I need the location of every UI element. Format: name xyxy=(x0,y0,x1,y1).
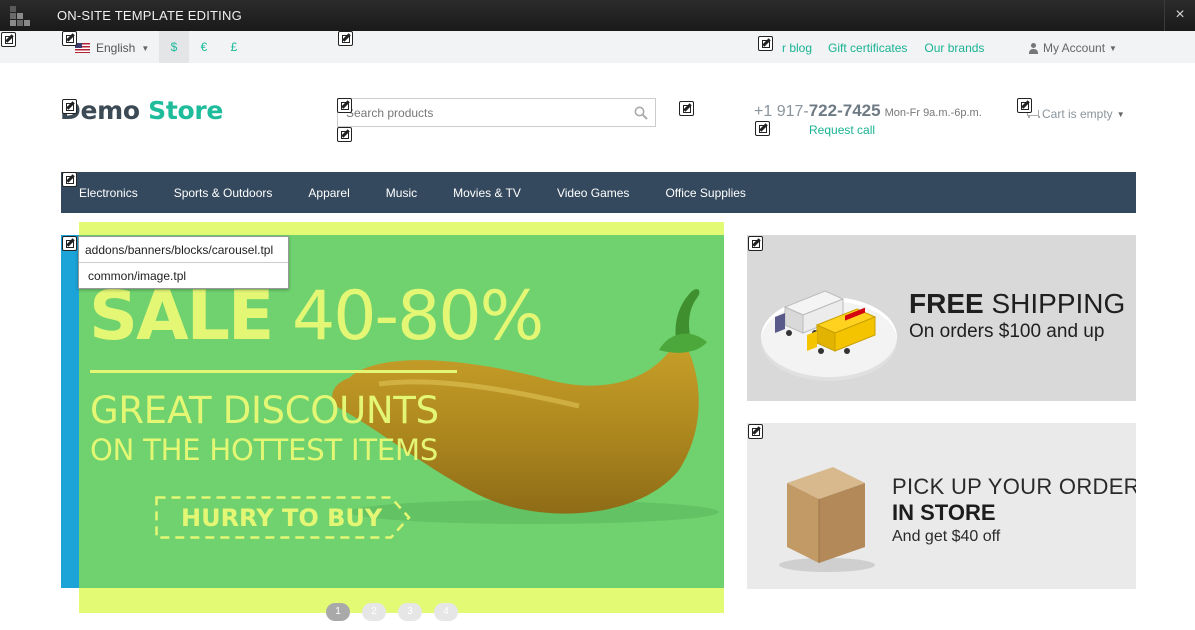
phone-number: +1 917-722-7425 Mon-Fr 9a.m.-6p.m. xyxy=(754,101,982,121)
nav-item-music[interactable]: Music xyxy=(386,186,417,200)
store-logo[interactable]: Demo Store xyxy=(60,96,223,125)
nav-item-electronics[interactable]: Electronics xyxy=(79,186,138,200)
template-path-tooltip: addons/banners/blocks/carousel.tpl commo… xyxy=(78,236,289,289)
nav-item-office-supplies[interactable]: Office Supplies xyxy=(665,186,746,200)
request-call-link[interactable]: Request call xyxy=(809,123,875,137)
top-strip: English ▼ $ € £ r blog Gift certificates… xyxy=(0,31,1195,63)
nav-item-video-games[interactable]: Video Games xyxy=(557,186,630,200)
language-label: English xyxy=(96,41,136,55)
us-flag-icon xyxy=(75,43,90,53)
nav-item-apparel[interactable]: Apparel xyxy=(308,186,349,200)
edit-icon[interactable] xyxy=(338,31,353,46)
link-blog[interactable]: r blog xyxy=(782,41,812,55)
nav-item-movies-tv[interactable]: Movies & TV xyxy=(453,186,521,200)
editing-bar-title: ON-SITE TEMPLATE EDITING xyxy=(57,8,242,23)
category-nav: Electronics Sports & Outdoors Apparel Mu… xyxy=(61,172,1136,213)
language-selector[interactable]: English ▼ xyxy=(75,41,149,55)
shipping-free: FREE xyxy=(909,288,984,319)
edit-icon[interactable] xyxy=(755,121,770,136)
edit-icon[interactable] xyxy=(748,236,763,251)
top-links: r blog Gift certificates Our brands xyxy=(760,41,984,55)
close-icon[interactable]: × xyxy=(1164,0,1195,31)
shipping-subline: On orders $100 and up xyxy=(909,321,1105,342)
account-label: My Account xyxy=(1043,41,1106,55)
carousel-pagination: 1 2 3 4 xyxy=(326,603,458,621)
discount-headline: GREAT DISCOUNTS xyxy=(90,389,439,432)
shipping-headline: FREE SHIPPING xyxy=(909,288,1125,320)
edit-icon[interactable] xyxy=(337,98,352,113)
user-icon xyxy=(1028,42,1039,54)
template-editing-bar: ON-SITE TEMPLATE EDITING × xyxy=(0,0,1195,31)
search-input[interactable] xyxy=(338,99,618,126)
phone-main: 722-7425 xyxy=(808,101,881,120)
edit-icon[interactable] xyxy=(1,32,16,47)
edit-icon[interactable] xyxy=(62,172,77,187)
tooltip-divider xyxy=(79,262,288,263)
cardboard-box-image xyxy=(779,467,875,572)
phone-prefix: +1 917- xyxy=(754,103,809,120)
carousel-page-4[interactable]: 4 xyxy=(434,603,458,621)
cart-label: Cart is empty xyxy=(1042,107,1113,121)
delivery-trucks-image xyxy=(761,290,897,381)
pickup-in-store-banner[interactable]: PICK UP YOUR ORDER IN STORE And get $40 … xyxy=(747,423,1136,589)
pickup-in-store: IN STORE xyxy=(892,500,996,525)
headline-divider xyxy=(90,370,457,373)
search-box xyxy=(337,98,656,127)
currency-usd[interactable]: $ xyxy=(159,31,189,63)
template-path-image[interactable]: common/image.tpl xyxy=(88,269,186,283)
pickup-subline: And get $40 off xyxy=(892,528,1001,545)
edit-icon[interactable] xyxy=(1017,98,1032,113)
currency-gbp[interactable]: £ xyxy=(219,31,249,63)
edit-icon[interactable] xyxy=(62,236,77,251)
sale-range: 40-80% xyxy=(292,277,544,356)
template-path-carousel[interactable]: addons/banners/blocks/carousel.tpl xyxy=(85,243,273,257)
edit-icon[interactable] xyxy=(679,101,694,116)
edit-icon[interactable] xyxy=(62,99,77,114)
search-icon[interactable] xyxy=(634,106,648,120)
logo-store: Store xyxy=(148,96,224,125)
chevron-down-icon: ▼ xyxy=(1116,109,1125,119)
chevron-down-icon: ▼ xyxy=(1109,43,1117,53)
hurry-to-buy-button[interactable]: HURRY TO BUY xyxy=(155,496,411,539)
carousel-page-1[interactable]: 1 xyxy=(326,603,350,621)
edit-icon[interactable] xyxy=(62,31,77,46)
cart-menu[interactable]: Cart is empty ▼ xyxy=(1026,107,1125,121)
link-our-brands[interactable]: Our brands xyxy=(924,41,984,55)
currency-eur[interactable]: € xyxy=(189,31,219,63)
chevron-down-icon: ▼ xyxy=(141,43,150,53)
carousel-page-2[interactable]: 2 xyxy=(362,603,386,621)
my-account-menu[interactable]: My Account ▼ xyxy=(1028,41,1117,55)
edit-icon[interactable] xyxy=(748,424,763,439)
free-shipping-banner[interactable]: FREE SHIPPING On orders $100 and up xyxy=(747,235,1136,401)
carousel-prev-slide-edge xyxy=(61,235,79,588)
edit-icon[interactable] xyxy=(758,36,773,51)
pickup-headline: PICK UP YOUR ORDER xyxy=(892,474,1136,499)
discount-subheadline: ON THE HOTTEST ITEMS xyxy=(90,433,439,467)
link-gift-certificates[interactable]: Gift certificates xyxy=(828,41,907,55)
shipping-word: SHIPPING xyxy=(983,288,1126,319)
cta-label: HURRY TO BUY xyxy=(181,504,383,532)
editor-logo-icon xyxy=(10,6,30,26)
nav-item-sports-outdoors[interactable]: Sports & Outdoors xyxy=(174,186,273,200)
business-hours: Mon-Fr 9a.m.-6p.m. xyxy=(884,107,982,119)
edit-icon[interactable] xyxy=(337,127,352,142)
carousel-page-3[interactable]: 3 xyxy=(398,603,422,621)
